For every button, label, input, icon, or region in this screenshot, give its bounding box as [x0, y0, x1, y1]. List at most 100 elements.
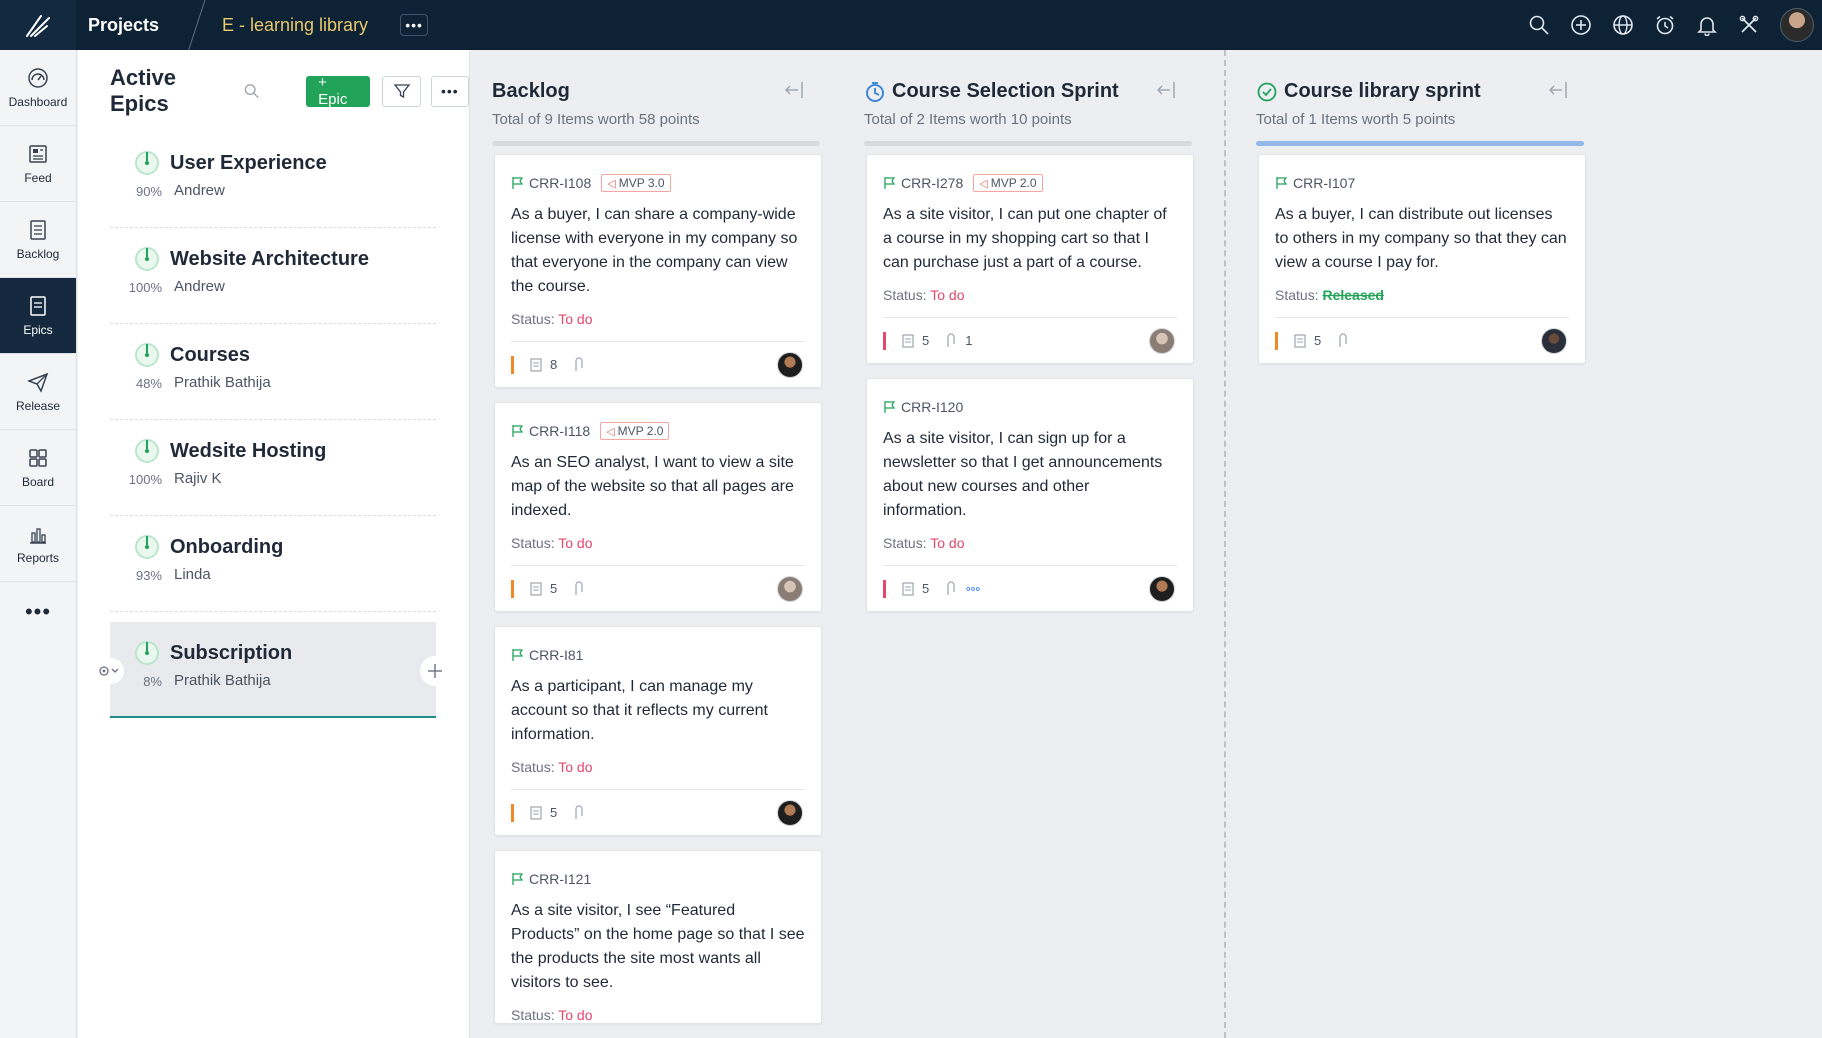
card-status: Status: To do — [511, 759, 805, 775]
story-card[interactable]: CRR-I118 ◁ MVP 2.0 As an SEO analyst, I w… — [494, 402, 822, 612]
story-points-icon — [530, 357, 542, 372]
card-id[interactable]: CRR-I118 — [529, 423, 590, 439]
status-value[interactable]: To do — [558, 759, 592, 775]
assignee-avatar[interactable] — [777, 800, 803, 826]
notifications-button[interactable] — [1686, 0, 1728, 50]
more-dots-icon[interactable] — [965, 581, 981, 597]
attachment-icon[interactable] — [1335, 332, 1351, 349]
attachment-icon[interactable] — [943, 580, 959, 597]
epic-name: Onboarding — [170, 536, 284, 558]
story-card[interactable]: CRR-I108 ◁ MVP 3.0 As a buyer, I can shar… — [494, 154, 822, 388]
card-id[interactable]: CRR-I120 — [901, 399, 963, 415]
column-subtitle: Total of 2 Items worth 10 points — [864, 111, 1072, 128]
story-card[interactable]: CRR-I107 As a buyer, I can distribute ou… — [1258, 154, 1586, 364]
add-epic-button[interactable]: + Epic — [306, 74, 371, 108]
card-id-row: CRR-I121 — [511, 869, 805, 889]
card-id[interactable]: CRR-I107 — [1293, 175, 1355, 191]
epic-item[interactable]: Courses 48% Prathik Bathija — [110, 324, 436, 420]
user-avatar[interactable] — [1780, 8, 1814, 42]
collapse-icon[interactable] — [1546, 80, 1570, 100]
story-points-icon — [902, 333, 914, 348]
epics-more-button[interactable]: ••• — [430, 75, 469, 107]
release-tag: ◁ MVP 3.0 — [601, 174, 671, 192]
card-id[interactable]: CRR-I81 — [529, 647, 583, 663]
nav-board[interactable]: Board — [0, 430, 76, 506]
flag-icon — [512, 177, 524, 189]
card-id-row: CRR-I118 ◁ MVP 2.0 — [511, 421, 805, 441]
story-points: 5 — [550, 805, 558, 820]
tools-button[interactable] — [1728, 0, 1770, 50]
card-id[interactable]: CRR-I108 — [529, 175, 591, 191]
priority-indicator — [511, 579, 514, 598]
status-value[interactable]: To do — [558, 1007, 592, 1023]
assignee-avatar[interactable] — [777, 352, 803, 378]
filter-icon — [393, 84, 410, 99]
filter-button[interactable] — [382, 75, 421, 107]
project-more-button[interactable]: ••• — [400, 14, 429, 36]
assignee-avatar[interactable] — [1149, 328, 1175, 354]
column-progress-bar — [864, 141, 1192, 146]
projects-link[interactable]: Projects — [88, 15, 186, 36]
epic-item[interactable]: Website Architecture 100% Andrew — [110, 228, 436, 324]
nav-backlog[interactable]: Backlog — [0, 202, 76, 278]
nav-dashboard[interactable]: Dashboard — [0, 50, 76, 126]
column-subtitle: Total of 9 Items worth 58 points — [492, 111, 700, 128]
app-logo[interactable] — [0, 0, 76, 50]
add-to-epic-button[interactable] — [420, 656, 450, 686]
story-points: 8 — [550, 357, 558, 372]
status-value[interactable]: Released — [1322, 287, 1383, 303]
epic-owner: Prathik Bathija — [174, 672, 271, 689]
card-id[interactable]: CRR-I278 — [901, 175, 963, 191]
search-icon[interactable] — [243, 82, 260, 100]
card-footer: 8 — [511, 341, 805, 387]
status-value[interactable]: To do — [558, 311, 592, 327]
column-title: Course library sprint — [1256, 80, 1592, 103]
column-header: Backlog Total of 9 Items worth 58 points — [476, 50, 828, 148]
nav-more-button[interactable]: ••• — [0, 582, 76, 642]
nav-feed[interactable]: Feed — [0, 126, 76, 202]
attachment-icon[interactable] — [571, 356, 587, 373]
dashboard-icon — [28, 67, 48, 88]
epic-percent: 100% — [128, 472, 162, 487]
plus-circle-icon — [1571, 15, 1591, 35]
epic-item[interactable]: User Experience 90% Andrew — [110, 132, 436, 228]
epic-item-selected[interactable]: Subscription 8% Prathik Bathija — [94, 622, 450, 718]
assignee-avatar[interactable] — [777, 576, 803, 602]
sprint-active-icon — [866, 81, 884, 102]
attachment-icon[interactable] — [571, 580, 587, 597]
status-value[interactable]: To do — [930, 535, 964, 551]
status-value[interactable]: To do — [558, 535, 592, 551]
epic-item[interactable]: Onboarding 93% Linda — [110, 516, 436, 612]
release-tag-icon: ◁ — [607, 177, 616, 190]
add-button[interactable] — [1560, 0, 1602, 50]
card-footer: 5 — [511, 565, 805, 611]
project-name[interactable]: E - learning library — [222, 15, 368, 36]
collapse-icon[interactable] — [782, 80, 806, 100]
epic-name: Website Architecture — [170, 248, 369, 270]
epic-owner: Rajiv K — [174, 470, 222, 487]
card-status: Status: Released — [1275, 287, 1569, 303]
attachment-icon[interactable] — [943, 332, 959, 349]
story-card[interactable]: CRR-I121 As a site visitor, I see “Featu… — [494, 850, 822, 1024]
progress-ring-icon — [135, 535, 159, 559]
story-card[interactable]: CRR-I278 ◁ MVP 2.0 As a site visitor, I c… — [866, 154, 1194, 364]
story-card[interactable]: CRR-I120 As a site visitor, I can sign u… — [866, 378, 1194, 612]
epic-percent: 100% — [128, 280, 162, 295]
timer-button[interactable] — [1644, 0, 1686, 50]
nav-reports[interactable]: Reports — [0, 506, 76, 582]
status-value[interactable]: To do — [930, 287, 964, 303]
epics-header: Active Epics + Epic ••• — [78, 50, 469, 132]
epic-item[interactable]: Wedsite Hosting 100% Rajiv K — [110, 420, 436, 516]
epics-icon — [30, 295, 46, 316]
collapse-icon[interactable] — [1154, 80, 1178, 100]
assignee-avatar[interactable] — [1541, 328, 1567, 354]
globe-button[interactable] — [1602, 0, 1644, 50]
story-card[interactable]: CRR-I81 As a participant, I can manage m… — [494, 626, 822, 836]
nav-release[interactable]: Release — [0, 354, 76, 430]
search-button[interactable] — [1518, 0, 1560, 50]
attachment-icon[interactable] — [571, 804, 587, 821]
assignee-avatar[interactable] — [1149, 576, 1175, 602]
card-id[interactable]: CRR-I121 — [529, 871, 591, 887]
nav-epics[interactable]: Epics — [0, 278, 76, 354]
reports-icon — [30, 527, 46, 544]
